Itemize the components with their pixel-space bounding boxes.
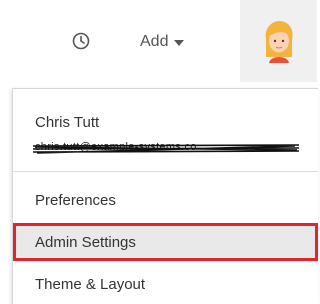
menu-item-theme-layout[interactable]: Theme & Layout bbox=[13, 265, 318, 303]
clock-icon bbox=[72, 32, 90, 50]
avatar bbox=[265, 21, 293, 63]
menu-item-preferences[interactable]: Preferences bbox=[13, 181, 318, 219]
menu-item-label: Admin Settings bbox=[35, 233, 136, 251]
top-navbar: Add bbox=[0, 0, 317, 82]
add-label: Add bbox=[140, 33, 169, 50]
caret-down-icon bbox=[174, 40, 185, 46]
user-name: Chris Tutt bbox=[35, 114, 100, 131]
user-dropdown-menu: Chris Tutt chris.tutt@example-systems.co… bbox=[12, 88, 318, 304]
redaction-scribble bbox=[33, 144, 299, 154]
menu-item-label: Preferences bbox=[35, 191, 116, 209]
user-avatar-button[interactable] bbox=[240, 0, 317, 82]
history-button[interactable] bbox=[70, 30, 92, 52]
menu-item-admin-settings[interactable]: Admin Settings bbox=[13, 223, 318, 261]
add-dropdown-button[interactable]: Add bbox=[140, 30, 185, 54]
menu-divider bbox=[13, 171, 318, 172]
menu-item-label: Theme & Layout bbox=[35, 275, 146, 293]
user-info-header: Chris Tutt chris.tutt@example-systems.co bbox=[13, 89, 318, 169]
